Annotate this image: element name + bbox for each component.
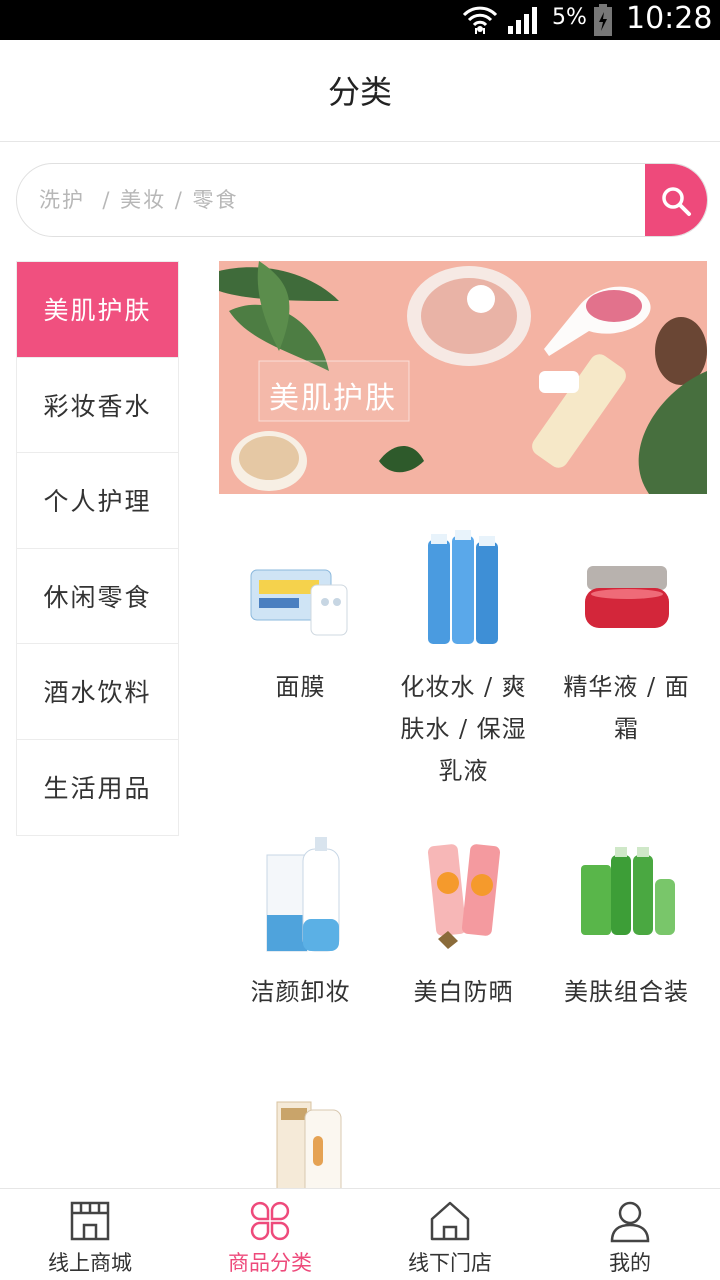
product-item-face-mask[interactable]: 面膜	[219, 530, 382, 708]
status-bar: 5% 10:28	[0, 0, 720, 40]
product-item-toner[interactable]: 化妆水 / 爽肤水 / 保湿乳液	[382, 530, 545, 792]
wifi-icon	[462, 6, 498, 34]
product-item-whitening-sunscreen[interactable]: 美白防晒	[382, 835, 545, 1013]
search-button[interactable]	[645, 164, 707, 236]
category-sidebar: 美肌护肤 彩妆香水 个人护理 休闲零食 酒水饮料 生活用品	[16, 261, 179, 836]
sidebar-item-skincare[interactable]: 美肌护肤	[17, 262, 178, 358]
tab-online-mall[interactable]: 线上商城	[0, 1189, 180, 1280]
tab-label: 商品分类	[228, 1251, 312, 1275]
sidebar-item-drinks[interactable]: 酒水饮料	[17, 644, 178, 740]
user-icon	[610, 1201, 650, 1243]
search-icon	[662, 187, 691, 216]
face-mask-package-image	[250, 569, 347, 636]
product-label: 精华液 / 面霜	[563, 673, 690, 743]
sidebar-item-personal-care[interactable]: 个人护理	[17, 453, 178, 549]
sidebar-item-makeup-perfume[interactable]: 彩妆香水	[17, 357, 178, 453]
sidebar-item-daily-goods[interactable]: 生活用品	[17, 739, 178, 835]
battery-icon	[594, 4, 612, 36]
skincare-set-image	[580, 847, 675, 935]
clock: 10:28	[626, 1, 713, 36]
cream-jar-image	[584, 566, 669, 628]
tab-offline-store[interactable]: 线下门店	[360, 1189, 540, 1280]
cleanser-bottle-image	[266, 837, 339, 952]
battery-percent: 5%	[552, 5, 587, 30]
house-icon	[430, 1201, 470, 1241]
product-label: 美白防晒	[413, 978, 514, 1006]
tab-product-category[interactable]: 商品分类	[180, 1189, 360, 1280]
category-banner[interactable]: 美肌护肤	[219, 261, 707, 494]
sunscreen-tubes-image	[427, 844, 500, 949]
signal-icon	[508, 7, 537, 34]
product-label: 化妆水 / 爽肤水 / 保湿乳液	[400, 673, 527, 785]
product-label: 面膜	[275, 673, 326, 701]
app-header: 分类	[0, 40, 720, 142]
search-bar	[16, 163, 708, 237]
product-item-skincare-set[interactable]: 美肤组合装	[545, 835, 708, 1013]
sidebar-item-snacks[interactable]: 休闲零食	[17, 548, 178, 644]
tab-label: 线上商城	[48, 1251, 132, 1275]
bottom-tab-bar: 线上商城 商品分类 线下门店 我的	[0, 1188, 720, 1280]
banner-title: 美肌护肤	[269, 381, 397, 416]
page-title: 分类	[327, 73, 392, 111]
tab-label: 线下门店	[408, 1251, 492, 1275]
toner-bottles-image	[427, 530, 498, 644]
search-input[interactable]	[39, 164, 639, 236]
tab-mine[interactable]: 我的	[540, 1189, 720, 1280]
product-item-cleanser[interactable]: 洁颜卸妆	[219, 835, 382, 1013]
store-icon	[70, 1201, 110, 1241]
clover-grid-icon	[250, 1201, 290, 1241]
product-item-essence-cream[interactable]: 精华液 / 面霜	[545, 530, 708, 750]
tab-label: 我的	[609, 1251, 651, 1275]
product-label: 美肤组合装	[564, 978, 689, 1006]
product-label: 洁颜卸妆	[250, 978, 351, 1006]
